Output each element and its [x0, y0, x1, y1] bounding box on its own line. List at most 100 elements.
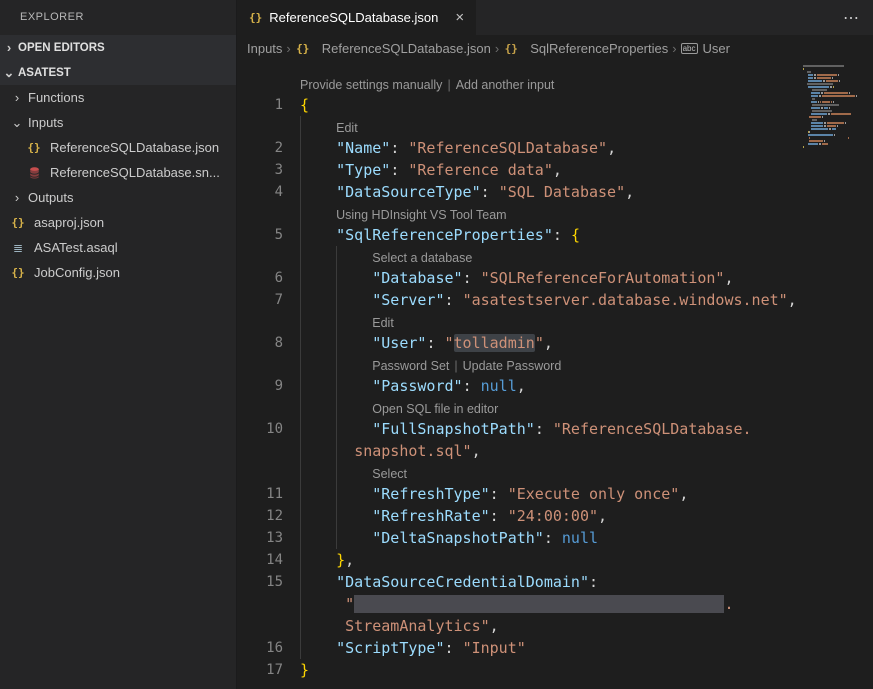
codelens-link-select[interactable]: Select	[372, 467, 407, 481]
indent-guide	[336, 527, 337, 549]
code-token: "Database"	[372, 269, 462, 287]
code-token: "Password"	[372, 377, 462, 395]
redacted-value	[354, 595, 724, 613]
code-token: "Server"	[372, 291, 444, 309]
line-number	[237, 246, 283, 267]
code-token: :	[535, 420, 553, 438]
breadcrumb-separator-icon: ›	[495, 41, 499, 56]
tree-item-referencesqldatabase-sn[interactable]: ReferenceSQLDatabase.sn...	[0, 160, 236, 185]
asaql-file-icon: ≣	[10, 241, 26, 255]
codelens-link-password-set[interactable]: Password Set	[372, 359, 449, 373]
line-number: 15	[237, 571, 283, 593]
section-label: OPEN EDITORS	[18, 42, 105, 54]
code-token: "ScriptType"	[336, 639, 444, 657]
code-token: "RefreshType"	[372, 485, 489, 503]
line-number: 11	[237, 483, 283, 505]
section-open-editors[interactable]: › OPEN EDITORS	[0, 35, 236, 60]
section-asatest[interactable]: ⌄ ASATEST	[0, 60, 236, 85]
indent-guide	[300, 267, 301, 289]
code-token: :	[490, 485, 508, 503]
line-number	[237, 354, 283, 375]
line-number: 7	[237, 289, 283, 311]
code-token: "FullSnapshotPath"	[372, 420, 535, 438]
indent-guide	[300, 440, 301, 462]
tree-item-asatest-asaql[interactable]: ≣ ASATest.asaql	[0, 235, 236, 260]
code-token: "Reference data"	[408, 161, 553, 179]
tree-item-jobconfig-json[interactable]: {} JobConfig.json	[0, 260, 236, 285]
minimap[interactable]	[803, 65, 861, 149]
code-line: 6 "Database": "SQLReferenceForAutomation…	[237, 267, 873, 289]
code-token: ,	[345, 551, 354, 569]
code-token: "Name"	[336, 139, 390, 157]
json-icon: {}	[10, 216, 26, 230]
breadcrumb-item-user[interactable]: abcUser	[681, 41, 730, 56]
code-editor[interactable]: Provide settings manually|Add another in…	[237, 61, 873, 689]
code-token: "Execute only once"	[508, 485, 680, 503]
code-token: :	[589, 573, 598, 591]
code-token: "User"	[372, 334, 426, 352]
explorer-title: EXPLORER	[0, 0, 236, 35]
json-icon: {}	[10, 266, 26, 280]
codelens-row: Open SQL file in editor	[237, 397, 873, 418]
line-number: 13	[237, 527, 283, 549]
codelens-link-edit[interactable]: Edit	[372, 316, 394, 330]
tree-item-inputs[interactable]: ⌄Inputs	[0, 110, 236, 135]
chevron-right-icon: ›	[8, 90, 26, 105]
object-icon: {}	[503, 41, 519, 55]
indent-guide	[300, 289, 301, 311]
line-number: 6	[237, 267, 283, 289]
tree-item-label: ASATest.asaql	[34, 240, 118, 255]
code-token	[300, 226, 336, 244]
indent-guide	[300, 397, 301, 418]
code-token: :	[553, 226, 571, 244]
tree-item-functions[interactable]: ›Functions	[0, 85, 236, 110]
tree-item-label: Functions	[28, 90, 84, 105]
line-number	[237, 397, 283, 418]
code-token: :	[390, 139, 408, 157]
codelens-link-add-another-input[interactable]: Add another input	[456, 78, 555, 92]
codelens-link-using-hdinsight-vs-tool-team[interactable]: Using HDInsight VS Tool Team	[336, 208, 506, 222]
indent-guide	[336, 440, 337, 462]
indent-guide	[300, 116, 301, 137]
tree-item-label: JobConfig.json	[34, 265, 120, 280]
tab-title: ReferenceSQLDatabase.json	[269, 10, 438, 25]
line-number: 1	[237, 94, 283, 116]
close-icon[interactable]: ×	[455, 9, 464, 26]
code-line: " .	[237, 593, 873, 615]
tree-item-referencesqldatabase-json[interactable]: {}ReferenceSQLDatabase.json	[0, 135, 236, 160]
code-token: null	[481, 377, 517, 395]
breadcrumb-item-referencesqldatabase-json[interactable]: {}ReferenceSQLDatabase.json	[295, 41, 491, 56]
line-number	[237, 615, 283, 637]
database-icon	[26, 166, 42, 180]
code-token	[300, 161, 336, 179]
code-token: "asatestserver.database.windows.net"	[463, 291, 788, 309]
code-line: 15 "DataSourceCredentialDomain":	[237, 571, 873, 593]
code-token: "RefreshRate"	[372, 507, 489, 525]
tree-item-label: ReferenceSQLDatabase.json	[50, 140, 219, 155]
editor-group: {} ReferenceSQLDatabase.json × ⋯ Inputs ›…	[237, 0, 873, 689]
line-number: 10	[237, 418, 283, 440]
code-token: :	[544, 529, 562, 547]
line-number	[237, 311, 283, 332]
indent-guide	[336, 311, 337, 332]
indent-guide	[300, 505, 301, 527]
line-number	[237, 462, 283, 483]
codelens-link-edit[interactable]: Edit	[336, 121, 358, 135]
indent-guide	[336, 418, 337, 440]
tree-item-asaproj-json[interactable]: {}asaproj.json	[0, 210, 236, 235]
tree-item-outputs[interactable]: ›Outputs	[0, 185, 236, 210]
codelens-link-update-password[interactable]: Update Password	[463, 359, 562, 373]
indent-guide	[300, 224, 301, 246]
tab-referencesqldatabase-json[interactable]: {} ReferenceSQLDatabase.json ×	[237, 0, 476, 35]
line-number	[237, 116, 283, 137]
codelens-link-select-a-database[interactable]: Select a database	[372, 251, 472, 265]
codelens-row: Using HDInsight VS Tool Team	[237, 203, 873, 224]
breadcrumb-item-inputs[interactable]: Inputs	[247, 41, 282, 56]
code-token	[300, 573, 336, 591]
breadcrumb-item-sqlreferenceproperties[interactable]: {}SqlReferenceProperties	[503, 41, 668, 56]
codelens-link-provide-settings-manually[interactable]: Provide settings manually	[300, 78, 442, 92]
string-symbol-icon: abc	[681, 43, 698, 54]
more-actions-icon[interactable]: ⋯	[843, 8, 859, 28]
codelens-link-open-sql-file-in-editor[interactable]: Open SQL file in editor	[372, 402, 498, 416]
code-token	[300, 617, 345, 635]
